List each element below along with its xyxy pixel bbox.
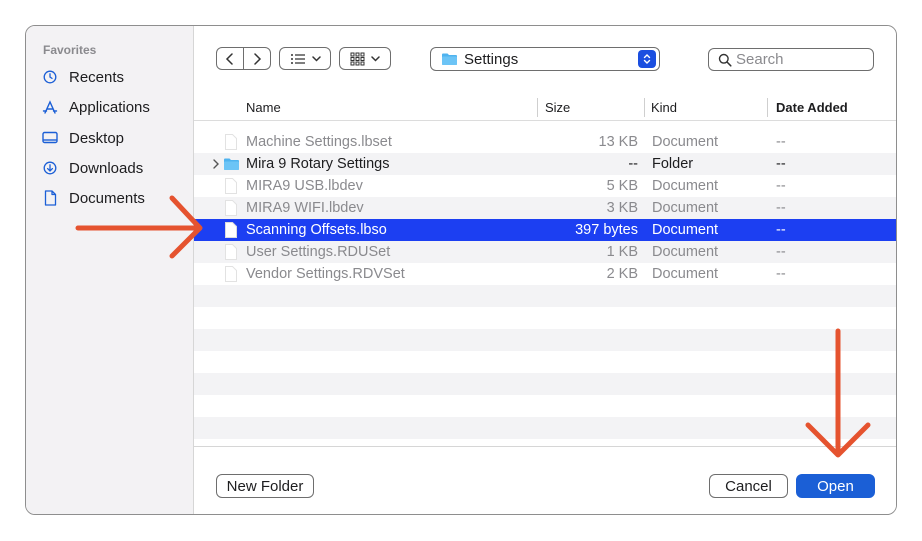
column-divider: [644, 98, 645, 117]
stripe: [194, 285, 896, 307]
file-date-added: --: [776, 134, 786, 150]
file-name: Mira 9 Rotary Settings: [246, 156, 390, 172]
sidebar: Favorites Recents Applications Desktop D…: [26, 26, 194, 514]
list-view-menu-button[interactable]: [279, 47, 331, 70]
download-circle-icon: [40, 158, 60, 178]
column-name[interactable]: Name: [246, 94, 281, 121]
sidebar-item-label: Recents: [69, 68, 125, 86]
file-kind: Document: [652, 178, 719, 194]
grid-icon: [350, 52, 365, 65]
file-row[interactable]: User Settings.RDUSet 1 KB Document --: [194, 241, 896, 263]
sidebar-item-label: Desktop: [69, 129, 125, 147]
file-kind: Document: [652, 222, 719, 238]
file-icon: [225, 178, 237, 194]
column-kind[interactable]: Kind: [651, 94, 677, 121]
sidebar-heading: Favorites: [43, 43, 97, 57]
stripe: [194, 373, 896, 395]
file-date-added: --: [776, 156, 786, 172]
back-button[interactable]: [217, 48, 243, 69]
clock-icon: [40, 67, 60, 87]
file-date-added: --: [776, 244, 786, 260]
file-kind: Document: [652, 266, 719, 282]
chevron-down-icon: [371, 55, 380, 62]
file-row[interactable]: Mira 9 Rotary Settings -- Folder --: [194, 153, 896, 175]
group-view-menu-button[interactable]: [339, 47, 391, 70]
chevron-right-icon: [254, 52, 262, 65]
search-input[interactable]: [736, 51, 866, 68]
file-icon: [225, 200, 237, 216]
file-name: Machine Settings.lbset: [246, 134, 392, 150]
file-list: Machine Settings.lbset 13 KB Document --…: [194, 131, 896, 443]
file-name: MIRA9 USB.lbdev: [246, 178, 363, 194]
sidebar-item-label: Applications: [69, 98, 150, 116]
sidebar-item-applications[interactable]: Applications: [40, 95, 150, 119]
navigation-buttons: [216, 47, 271, 70]
file-size: --: [628, 156, 638, 172]
file-name: User Settings.RDUSet: [246, 244, 391, 260]
file-size: 5 KB: [606, 178, 638, 194]
location-popup[interactable]: Settings: [430, 47, 660, 71]
sidebar-item-recents[interactable]: Recents: [40, 65, 124, 89]
file-date-added: --: [776, 178, 786, 194]
file-icon: [225, 244, 237, 260]
column-header: Name Size Kind Date Added: [194, 94, 896, 121]
open-file-dialog: Favorites Recents Applications Desktop D…: [25, 25, 897, 515]
file-date-added: --: [776, 200, 786, 216]
search-icon: [718, 53, 732, 67]
column-divider: [767, 98, 768, 117]
chevron-left-icon: [226, 52, 233, 65]
file-name: MIRA9 WIFI.lbdev: [246, 200, 364, 216]
dialog-footer: New Folder Cancel Open: [194, 446, 896, 514]
chevron-down-icon: [311, 55, 321, 62]
forward-button[interactable]: [243, 48, 270, 69]
applications-icon: [40, 97, 60, 117]
file-row-selected[interactable]: Scanning Offsets.lbso 397 bytes Document…: [194, 219, 896, 241]
document-icon: [40, 188, 60, 208]
disclosure-triangle-icon[interactable]: [212, 153, 220, 175]
file-row[interactable]: MIRA9 USB.lbdev 5 KB Document --: [194, 175, 896, 197]
file-kind: Document: [652, 200, 719, 216]
column-divider: [537, 98, 538, 117]
open-button[interactable]: Open: [796, 474, 875, 498]
annotation-arrow-right: [75, 195, 203, 259]
column-size[interactable]: Size: [545, 94, 570, 121]
location-label: Settings: [464, 50, 519, 68]
toolbar: Settings: [194, 26, 896, 91]
file-kind: Document: [652, 244, 719, 260]
search-field[interactable]: [708, 48, 874, 71]
file-size: 13 KB: [598, 134, 639, 150]
annotation-arrow-down: [805, 328, 871, 458]
file-kind: Document: [652, 134, 719, 150]
file-name: Scanning Offsets.lbso: [246, 222, 387, 238]
file-name: Vendor Settings.RDVSet: [246, 266, 405, 282]
file-icon: [225, 266, 237, 282]
popup-stepper-icon: [638, 50, 656, 68]
sidebar-item-downloads[interactable]: Downloads: [40, 156, 143, 180]
sidebar-item-label: Downloads: [69, 159, 144, 177]
file-icon: [225, 222, 237, 238]
sidebar-item-desktop[interactable]: Desktop: [40, 126, 124, 150]
desktop-icon: [40, 128, 60, 148]
file-row[interactable]: Vendor Settings.RDVSet 2 KB Document --: [194, 263, 896, 285]
file-size: 2 KB: [606, 266, 638, 282]
column-date-added[interactable]: Date Added: [776, 94, 848, 121]
file-row[interactable]: MIRA9 WIFI.lbdev 3 KB Document --: [194, 197, 896, 219]
stripe: [194, 329, 896, 351]
file-size: 3 KB: [606, 200, 638, 216]
list-view-icon: [290, 53, 305, 64]
file-size: 397 bytes: [575, 222, 638, 238]
file-date-added: --: [776, 222, 786, 238]
file-icon: [225, 134, 237, 150]
folder-icon: [442, 53, 457, 65]
file-row[interactable]: Machine Settings.lbset 13 KB Document --: [194, 131, 896, 153]
stripe: [194, 417, 896, 439]
new-folder-button[interactable]: New Folder: [216, 474, 314, 498]
cancel-button[interactable]: Cancel: [709, 474, 788, 498]
file-date-added: --: [776, 266, 786, 282]
file-kind: Folder: [652, 156, 694, 172]
folder-icon: [224, 158, 239, 170]
file-size: 1 KB: [606, 244, 638, 260]
